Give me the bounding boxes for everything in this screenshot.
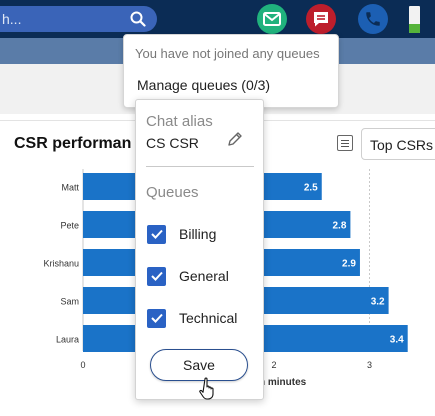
category-label: Sam [60,297,79,307]
data-label: 3.4 [390,335,404,346]
queue-billing-label: Billing [179,226,217,242]
top-csrs-select[interactable]: Top CSRs [361,128,435,160]
queue-billing-checkbox[interactable] [147,224,166,244]
category-label: Matt [61,183,79,193]
data-label: 2.5 [304,183,318,194]
category-label: Krishanu [43,259,79,269]
manage-queues-item[interactable]: Manage queues (0/3) [137,77,270,93]
hand-cursor-icon [199,377,214,400]
top-navigation-bar [0,0,435,38]
category-label: Laura [56,335,79,345]
queue-billing-row[interactable]: Billing [147,223,216,245]
divider [146,166,254,167]
queues-heading: Queues [146,184,199,201]
status-indicator [409,6,420,33]
search-icon[interactable] [126,8,150,30]
queue-general-label: General [179,268,229,284]
manage-queues-panel: Chat alias CS CSR Queues Billing General… [135,99,264,400]
phone-icon[interactable] [358,4,388,34]
x-axis-label: n minutes [259,377,307,388]
search-box [0,6,157,32]
check-icon [150,271,163,281]
no-queues-message: You have not joined any queues [135,46,320,61]
data-label: 2.9 [342,259,356,270]
chat-alias-label: Chat alias [146,113,213,130]
queue-general-row[interactable]: General [147,265,229,287]
x-tick-label: 2 [271,360,276,370]
category-label: Pete [60,221,79,231]
chat-alias-value: CS CSR [146,135,199,151]
pencil-icon[interactable] [226,130,244,148]
card-title: CSR performan [14,135,132,152]
queues-dropdown: You have not joined any queues Manage qu… [123,34,339,108]
email-icon[interactable] [257,4,287,34]
status-level-fill [409,23,420,33]
queue-technical-row[interactable]: Technical [147,307,237,329]
list-icon[interactable] [337,135,353,151]
queue-technical-label: Technical [179,310,238,326]
x-tick-label: 0 [80,360,85,370]
queue-technical-checkbox[interactable] [147,308,166,328]
queue-general-checkbox[interactable] [147,266,166,286]
chat-icon[interactable] [306,4,336,34]
data-label: 2.8 [332,221,346,232]
search-input[interactable] [0,6,120,32]
data-label: 3.2 [371,297,385,308]
x-tick-label: 3 [367,360,372,370]
check-icon [150,313,163,323]
check-icon [150,229,163,239]
